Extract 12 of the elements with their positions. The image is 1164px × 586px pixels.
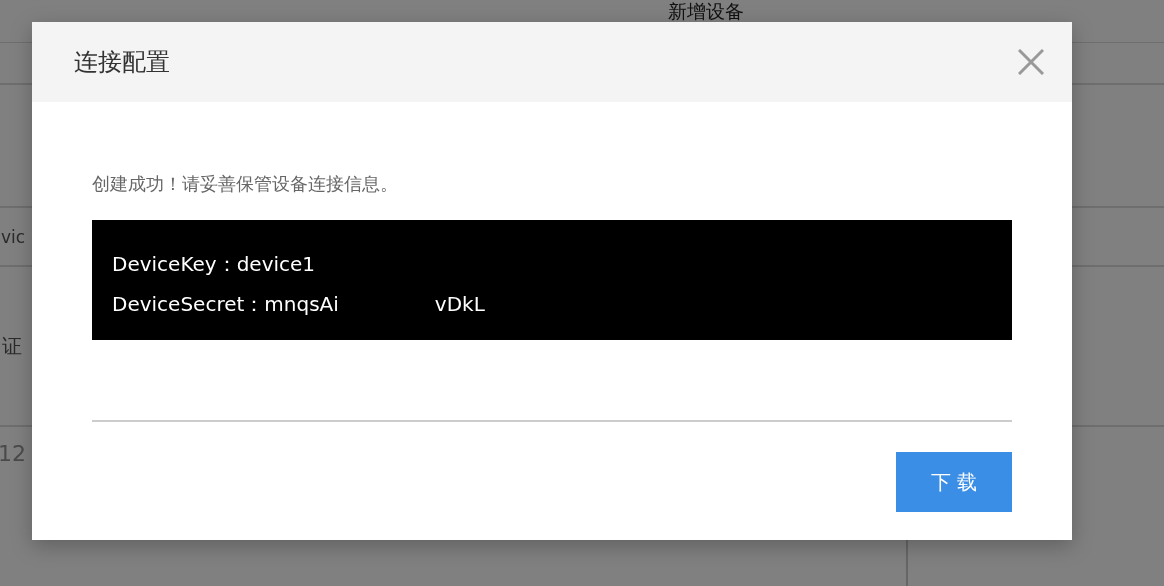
credential-value: device1	[236, 251, 316, 278]
field-label: 证	[2, 332, 22, 360]
credential-label: DeviceSecret：	[112, 291, 265, 318]
dialog-title: 连接配置	[74, 47, 170, 78]
field-value: vic	[1, 226, 26, 247]
credential-value: vDkL	[434, 291, 485, 318]
credential-label: DeviceKey：	[112, 251, 237, 278]
download-button[interactable]: 下 载	[896, 452, 1012, 512]
credential-value: mnqsAi	[264, 291, 339, 318]
close-icon[interactable]	[1018, 49, 1044, 75]
page-title: 新增设备	[668, 0, 744, 22]
success-message: 创建成功！请妥善保管设备连接信息。	[92, 172, 399, 196]
